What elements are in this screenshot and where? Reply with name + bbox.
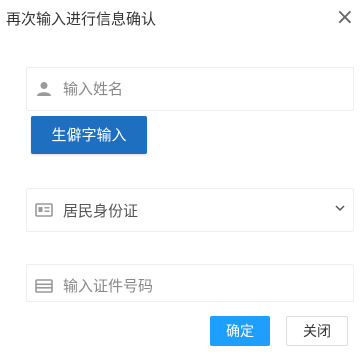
close-button[interactable]: 关闭 [286, 316, 348, 346]
confirm-button[interactable]: 确定 [210, 316, 270, 346]
chevron-down-icon [335, 205, 345, 212]
close-icon[interactable]: × [336, 4, 354, 32]
user-icon [37, 82, 51, 96]
card-icon [35, 279, 53, 293]
id-type-selected: 居民身份证 [63, 202, 139, 220]
id-number-input[interactable] [63, 273, 333, 299]
name-input[interactable] [63, 76, 333, 102]
dialog-title-bar: 再次输入进行信息确认 × [0, 0, 364, 40]
name-field[interactable] [26, 67, 354, 111]
id-card-icon [35, 203, 53, 217]
id-number-field[interactable] [26, 264, 354, 302]
dialog-title: 再次输入进行信息确认 [6, 10, 157, 28]
confirm-dialog: 再次输入进行信息确认 × 生僻字输入 居民身份证 确定 关闭 [0, 0, 364, 354]
id-type-select[interactable]: 居民身份证 [26, 188, 354, 232]
rare-char-input-button[interactable]: 生僻字输入 [31, 116, 147, 154]
